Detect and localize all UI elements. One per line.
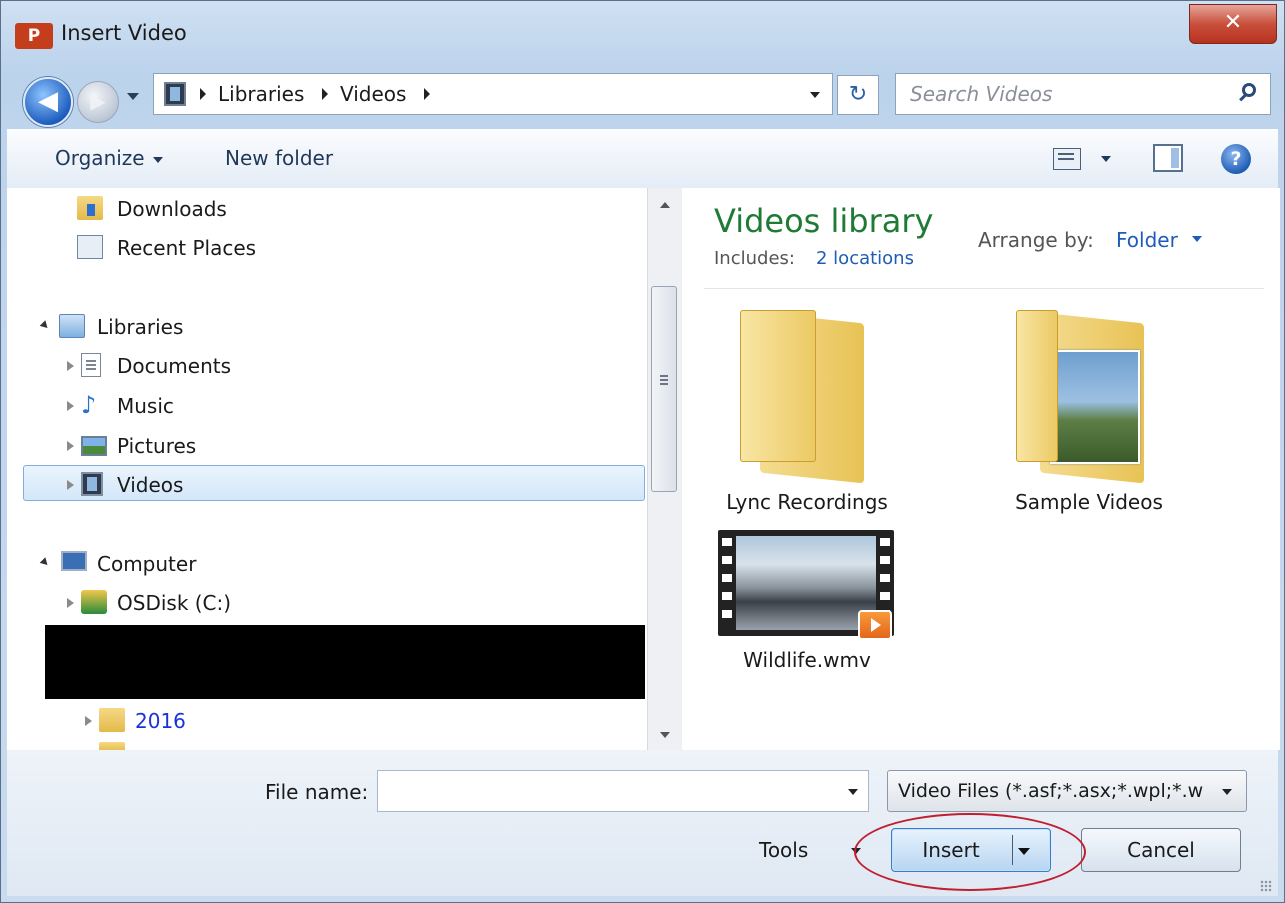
arrange-by-label: Arrange by: [978, 228, 1094, 252]
chevron-down-icon [1222, 789, 1232, 795]
libraries-icon [59, 314, 85, 338]
close-button[interactable]: ✕ [1189, 4, 1277, 44]
disk-icon [81, 590, 107, 614]
navigation-pane: Downloads Recent Places Libraries Docume… [7, 188, 647, 750]
breadcrumb-videos[interactable]: Videos [340, 82, 406, 106]
includes-locations-link[interactable]: 2 locations [816, 248, 914, 269]
tools-menu[interactable]: Tools [759, 838, 808, 862]
expanded-arrow-icon[interactable] [39, 320, 51, 331]
search-input[interactable]: Search Videos [895, 73, 1271, 115]
computer-icon [61, 551, 87, 571]
cancel-button[interactable]: Cancel [1081, 828, 1241, 872]
search-icon[interactable] [1242, 83, 1256, 97]
videos-icon [81, 472, 103, 496]
arrange-by-dropdown[interactable]: Folder [1116, 228, 1178, 252]
breadcrumb-separator-icon[interactable] [200, 88, 206, 100]
address-bar[interactable]: Libraries Videos [153, 73, 833, 115]
tree-item-label: 2016 [135, 709, 186, 733]
breadcrumb-separator-icon[interactable] [424, 88, 430, 100]
file-type-value: Video Files (*.asf;*.asx;*.wpl;*.w [898, 780, 1204, 802]
documents-icon [81, 353, 101, 377]
grip-icon [660, 375, 668, 377]
file-name-input[interactable] [377, 770, 869, 812]
tree-item-label: Downloads [117, 197, 227, 221]
file-item-sample-videos[interactable]: Sample Videos [994, 304, 1184, 520]
recent-places-icon [77, 235, 103, 259]
play-icon [858, 610, 892, 640]
music-note-icon: ♪ [81, 391, 97, 419]
file-list-pane: Videos library Includes: 2 locations Arr… [682, 188, 1280, 750]
tree-item-label: Documents [117, 354, 232, 378]
forward-button[interactable]: ▶ [77, 81, 119, 123]
library-title: Videos library [714, 202, 934, 240]
collapsed-arrow-icon[interactable] [67, 598, 74, 608]
includes-label: Includes: [714, 248, 795, 269]
folder-icon [99, 708, 125, 732]
file-item-wildlife-video[interactable] [718, 530, 894, 640]
folder-icon [99, 742, 125, 750]
redacted-region [45, 625, 645, 699]
collapsed-arrow-icon[interactable] [67, 361, 74, 371]
breadcrumb-separator-icon[interactable] [322, 88, 328, 100]
file-item-label: Wildlife.wmv [743, 648, 871, 672]
new-folder-button[interactable]: New folder [225, 146, 333, 170]
powerpoint-app-icon: P [15, 23, 53, 49]
title-bar: P Insert Video ✕ [1, 1, 1284, 67]
dialog-footer: File name: Video Files (*.asf;*.asx;*.wp… [7, 750, 1278, 896]
tree-item-label: Libraries [97, 315, 184, 339]
chevron-down-icon[interactable] [1192, 236, 1202, 242]
breadcrumb-libraries[interactable]: Libraries [218, 82, 304, 106]
dialog-title: Insert Video [61, 21, 187, 45]
tree-item-label: Pictures [117, 434, 197, 458]
video-library-icon [164, 82, 186, 106]
downloads-folder-icon [77, 196, 103, 220]
file-item-lync-recordings[interactable]: Lync Recordings [712, 304, 902, 520]
tree-item-label: Videos [117, 473, 184, 497]
command-bar: Organize New folder ? [7, 129, 1278, 189]
tree-item-label: Music [117, 394, 174, 418]
collapsed-arrow-icon[interactable] [67, 401, 74, 411]
resize-grip-icon[interactable] [1260, 880, 1272, 892]
preview-pane-icon[interactable] [1153, 144, 1183, 172]
address-history-dropdown-icon[interactable] [810, 92, 820, 98]
insert-video-dialog: P Insert Video ✕ ◀ ▶ Libraries Videos ↻ … [0, 0, 1285, 903]
annotation-highlight-oval [854, 813, 1086, 891]
refresh-button[interactable]: ↻ [837, 75, 879, 115]
pictures-icon [81, 436, 107, 456]
film-strip-icon [722, 538, 732, 628]
file-type-select[interactable]: Video Files (*.asf;*.asx;*.wpl;*.w [887, 770, 1247, 812]
folder-front-icon [740, 310, 816, 462]
view-options-icon[interactable] [1053, 148, 1081, 170]
folder-thumbnail-image [1050, 350, 1140, 464]
tree-item-label: Recent Places [117, 236, 257, 260]
chevron-down-icon[interactable] [848, 789, 858, 795]
view-dropdown-icon[interactable] [1101, 156, 1111, 162]
chevron-down-icon [152, 156, 163, 163]
expanded-arrow-icon[interactable] [39, 557, 51, 568]
collapsed-arrow-icon[interactable] [85, 716, 92, 726]
recent-pages-dropdown-icon[interactable] [127, 93, 139, 100]
tree-item-label: OSDisk (C:) [117, 591, 232, 615]
back-button[interactable]: ◀ [23, 77, 73, 127]
video-thumbnail-image [736, 536, 876, 630]
search-placeholder: Search Videos [910, 82, 1053, 106]
help-icon[interactable]: ? [1221, 144, 1251, 174]
organize-menu[interactable]: Organize [55, 146, 163, 170]
organize-label: Organize [55, 146, 145, 170]
scroll-up-icon[interactable] [660, 202, 670, 208]
scroll-thumb[interactable] [651, 286, 677, 492]
folder-front-icon [1016, 310, 1058, 462]
scroll-down-icon[interactable] [660, 732, 670, 738]
file-item-label: Lync Recordings [726, 490, 888, 514]
divider [704, 288, 1264, 289]
collapsed-arrow-icon[interactable] [67, 480, 74, 490]
collapsed-arrow-icon[interactable] [67, 441, 74, 451]
tree-item-label: Computer [97, 552, 197, 576]
file-name-label: File name: [265, 780, 369, 804]
file-item-label: Sample Videos [1015, 490, 1163, 514]
